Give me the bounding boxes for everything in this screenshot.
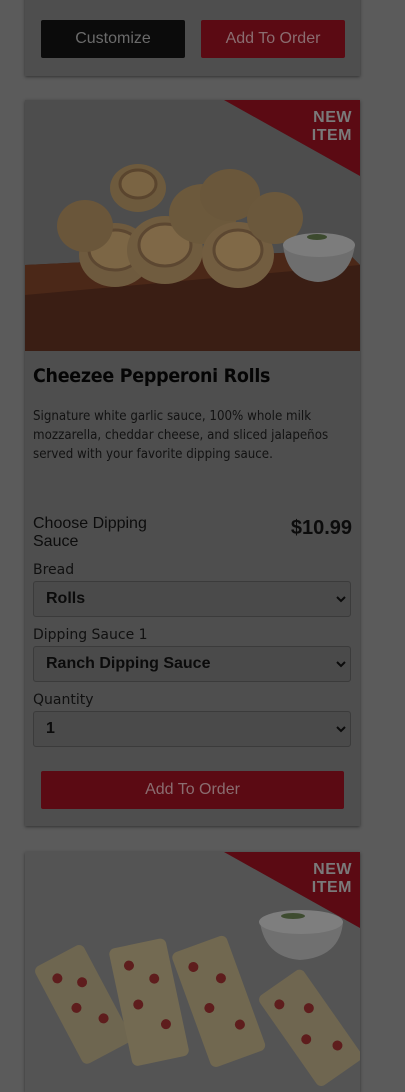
product-price: $10.99 xyxy=(290,517,352,539)
quantity-selected-value: 1 xyxy=(46,720,55,737)
badge-line-item: ITEM xyxy=(311,879,352,896)
new-item-badge: NEW ITEM xyxy=(292,109,352,145)
product-photo: NEW ITEM xyxy=(25,100,360,351)
product-title: Cheezee Pepperoni Rolls xyxy=(33,365,271,387)
chevron-down-icon xyxy=(336,661,346,668)
quantity-select[interactable]: 1 xyxy=(33,711,351,747)
new-item-badge: NEW ITEM xyxy=(292,861,352,897)
badge-line-new: NEW xyxy=(313,861,352,878)
add-to-order-button[interactable]: Add To Order xyxy=(201,20,345,58)
previous-product-card: Customize Add To Order xyxy=(25,0,360,76)
quantity-label: Quantity xyxy=(33,692,94,708)
next-product-photo: NEW ITEM xyxy=(25,852,360,1092)
next-product-card: NEW ITEM xyxy=(25,852,360,1092)
choose-sauce-label: Choose Dipping Sauce xyxy=(33,515,147,550)
bread-selected-value: Rolls xyxy=(46,590,86,607)
add-to-order-button[interactable]: Add To Order xyxy=(41,771,344,809)
badge-line-new: NEW xyxy=(313,109,352,126)
product-description: Signature white garlic sauce, 100% whole… xyxy=(33,408,329,462)
badge-line-item: ITEM xyxy=(311,127,352,144)
customize-button[interactable]: Customize xyxy=(41,20,185,58)
bread-label: Bread xyxy=(33,562,75,578)
menu-page: Customize Add To Order NEW ITEM Cheezee … xyxy=(0,0,405,1092)
bread-select[interactable]: Rolls xyxy=(33,581,351,617)
sauce-selected-value: Ranch Dipping Sauce xyxy=(46,655,211,672)
dipping-sauce-select[interactable]: Ranch Dipping Sauce xyxy=(33,646,351,682)
dipping-sauce-label: Dipping Sauce 1 xyxy=(33,627,148,643)
product-card: NEW ITEM Cheezee Pepperoni Rolls Signatu… xyxy=(25,100,360,826)
chevron-down-icon xyxy=(336,596,346,603)
chevron-down-icon xyxy=(336,726,346,733)
